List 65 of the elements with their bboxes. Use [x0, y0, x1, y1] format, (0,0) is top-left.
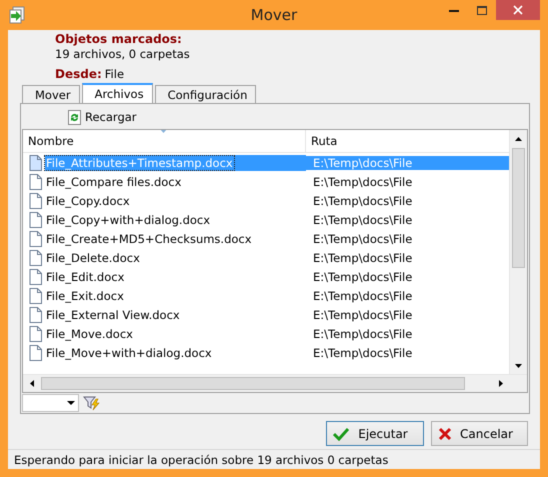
- tab[interactable]: Configuración: [154, 85, 256, 103]
- copy-icon: [8, 6, 26, 24]
- summary-label: Objetos marcados:: [55, 32, 183, 46]
- file-name: File_Edit.docx: [45, 270, 126, 284]
- list-row[interactable]: File_Move.docx: [23, 326, 306, 342]
- summary-value: 19 archivos, 0 carpetas: [55, 47, 191, 61]
- file-name: File_Create+MD5+Checksums.docx: [45, 232, 253, 246]
- document-icon: [29, 174, 42, 190]
- file-name: File_Copy.docx: [45, 194, 131, 208]
- horizontal-scrollbar[interactable]: [23, 374, 527, 392]
- file-name: File_Attributes+Timestamp.docx: [45, 156, 234, 170]
- document-icon: [29, 288, 42, 304]
- tab[interactable]: Mover: [22, 85, 80, 103]
- close-icon[interactable]: [496, 0, 540, 20]
- window-title: Mover: [250, 6, 298, 24]
- file-path: E:\Temp\docs\File: [312, 194, 414, 208]
- source-value: File: [104, 67, 124, 81]
- file-name: File_Delete.docx: [45, 250, 141, 264]
- file-path: E:\Temp\docs\File: [312, 288, 414, 302]
- file-path: E:\Temp\docs\File: [312, 156, 414, 170]
- file-name: File_Copy+with+dialog.docx: [45, 212, 212, 226]
- file-path: E:\Temp\docs\File: [312, 174, 414, 188]
- vertical-scrollbar[interactable]: [509, 130, 527, 374]
- source-label: Desde:: [55, 67, 102, 81]
- filter-icon[interactable]: [83, 394, 101, 410]
- file-path: E:\Temp\docs\File: [312, 326, 414, 340]
- document-icon: [29, 192, 42, 208]
- file-name: File_Move+with+dialog.docx: [45, 346, 213, 360]
- file-name: File_External View.docx: [45, 308, 181, 322]
- refresh-icon: [68, 110, 81, 124]
- file-path: E:\Temp\docs\File: [312, 346, 414, 360]
- document-icon: [29, 268, 42, 284]
- list-row[interactable]: File_Copy.docx: [23, 192, 306, 208]
- file-name: File_Move.docx: [45, 326, 134, 340]
- cross-icon: [438, 426, 452, 440]
- cancel-button[interactable]: Cancelar: [431, 421, 528, 446]
- list-row[interactable]: File_External View.docx: [23, 306, 306, 322]
- execute-button[interactable]: Ejecutar: [326, 421, 424, 446]
- status-text: Esperando para iniciar la operación sobre 19 archivos 0 carpetas: [8, 449, 540, 469]
- document-icon: [29, 306, 42, 322]
- list-row[interactable]: File_Exit.docx: [23, 288, 306, 304]
- list-row[interactable]: File_Compare files.docx: [23, 174, 306, 190]
- document-icon: [29, 154, 42, 170]
- list-row[interactable]: File_Edit.docx: [23, 268, 306, 284]
- file-name: File_Compare files.docx: [45, 174, 182, 188]
- file-path: E:\Temp\docs\File: [312, 270, 414, 284]
- file-path: E:\Temp\docs\File: [312, 232, 414, 246]
- document-icon: [29, 230, 42, 246]
- tab[interactable]: Archivos: [82, 83, 153, 103]
- reload-button[interactable]: Recargar: [68, 110, 137, 124]
- file-name: File_Exit.docx: [45, 288, 125, 302]
- list-row[interactable]: File_Create+MD5+Checksums.docx: [23, 230, 306, 246]
- list-row[interactable]: File_Delete.docx: [23, 250, 306, 266]
- document-icon: [29, 344, 42, 360]
- list-row[interactable]: File_Move+with+dialog.docx: [23, 344, 306, 360]
- document-icon: [29, 250, 42, 266]
- document-icon: [29, 326, 42, 342]
- column-header[interactable]: Ruta: [306, 130, 496, 152]
- file-path: E:\Temp\docs\File: [312, 212, 414, 226]
- file-path: E:\Temp\docs\File: [312, 308, 414, 322]
- file-path: E:\Temp\docs\File: [312, 250, 414, 264]
- checkmark-icon: [333, 426, 349, 440]
- document-icon: [29, 212, 42, 228]
- list-row[interactable]: File_Copy+with+dialog.docx: [23, 212, 306, 228]
- caret-icon: [67, 400, 75, 404]
